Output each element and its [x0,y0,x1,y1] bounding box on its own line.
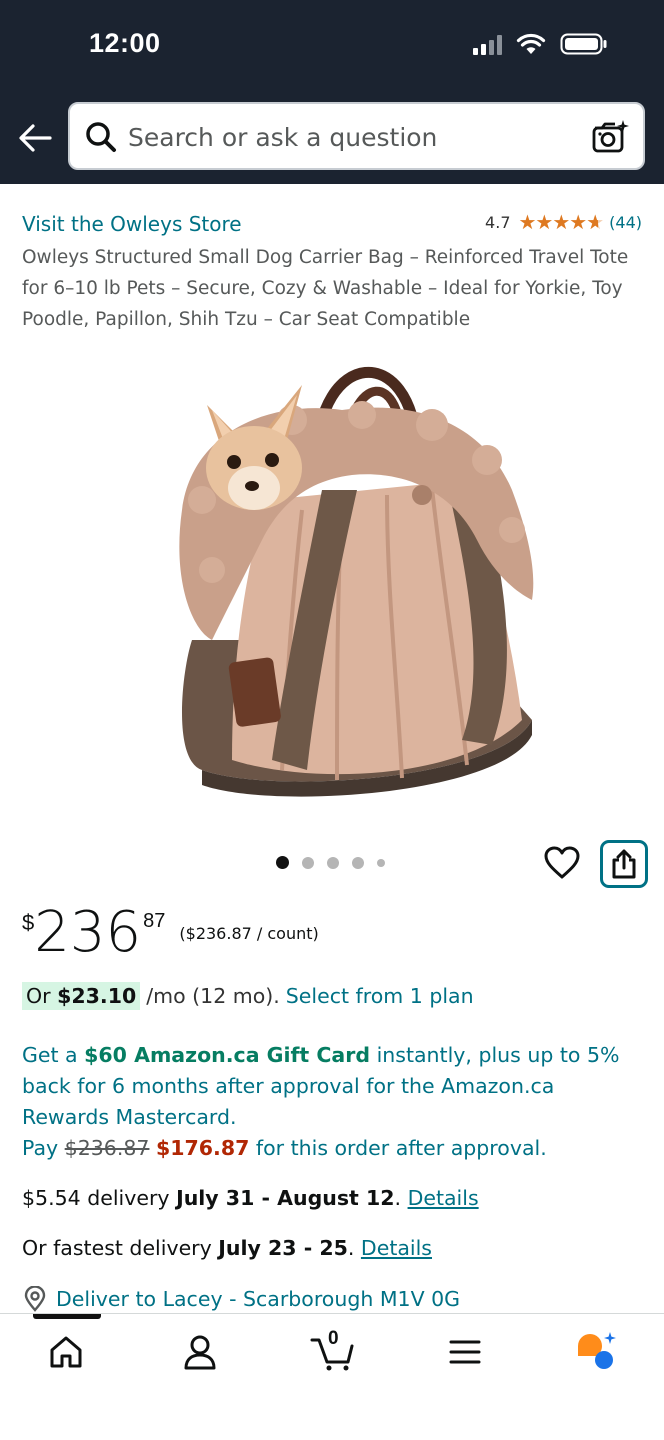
price-fraction: 87 [143,910,166,932]
status-icons [473,32,608,56]
fastest-delivery-details-link[interactable]: Details [361,1236,432,1260]
battery-icon [560,33,607,55]
location-pin-icon [24,1286,46,1312]
wifi-icon [516,33,546,54]
cart-count: 0 [328,1328,339,1349]
carousel-dot[interactable] [377,858,385,867]
product-image[interactable] [112,340,552,810]
search-icon [86,122,116,152]
carousel-dot[interactable] [302,856,314,869]
image-carousel-dots[interactable] [276,856,385,869]
status-time: 12:00 [89,28,161,58]
home-icon[interactable] [46,1332,86,1372]
menu-icon[interactable] [445,1332,485,1372]
delivery-details-link[interactable]: Details [408,1186,479,1210]
discounted-price: $176.87 [155,1136,250,1160]
deliver-to-text[interactable]: Deliver to Lacey - Scarborough M1V 0G [56,1287,460,1311]
back-arrow-icon[interactable] [16,118,54,158]
star-rating-icon: ★★★★★ ★ [518,210,605,234]
original-price: $236.87 [64,1136,150,1160]
price-symbol: $ [22,910,35,935]
top-header: 12:00 [0,0,664,184]
carousel-dot[interactable] [327,856,339,869]
product-title: Owleys Structured Small Dog Carrier Bag … [22,247,629,330]
wishlist-heart-icon[interactable] [543,844,581,882]
installment-terms: /mo (12 mo). [146,984,280,1008]
standard-delivery: $5.54 delivery July 31 - August 12. Deta… [22,1186,479,1210]
share-button[interactable] [600,840,648,888]
deliver-to-location[interactable]: Deliver to Lacey - Scarborough M1V 0G [22,1286,460,1312]
installment-badge: Or $23.10 [22,982,141,1010]
product-price: $ 236 87 ($236.87 / count) [22,900,319,966]
gift-card-amount: $60 Amazon.ca Gift Card [84,1043,371,1067]
rating-count[interactable]: (44) [609,213,642,232]
gift-card-promo[interactable]: Get a $60 Amazon.ca Gift Card instantly,… [22,1040,642,1164]
cart-button[interactable]: 0 [310,1328,356,1372]
product-rating[interactable]: 4.7 ★★★★★ ★ (44) [485,210,642,234]
nav-active-indicator [33,1314,101,1319]
account-icon[interactable] [180,1332,220,1372]
carousel-dot[interactable] [276,856,289,869]
camera-search-icon[interactable] [591,118,629,156]
visit-store-link[interactable]: Visit the Owleys Store [22,212,242,236]
bottom-nav: 0 [0,1313,664,1440]
carousel-dot[interactable] [352,856,364,869]
fastest-delivery: Or fastest delivery July 23 - 25. Detail… [22,1236,432,1260]
unit-price: ($236.87 / count) [179,924,319,943]
select-plan-link[interactable]: Select from 1 plan [286,984,474,1008]
price-whole: 236 [34,900,142,965]
search-bar[interactable] [68,102,645,170]
installment-offer: Or $23.10 /mo (12 mo). Select from 1 pla… [22,982,474,1010]
share-icon [612,849,636,879]
cellular-signal-icon [473,33,502,55]
search-input[interactable] [128,114,578,160]
rufus-assistant-icon[interactable] [574,1330,618,1374]
rating-value: 4.7 [485,212,511,232]
